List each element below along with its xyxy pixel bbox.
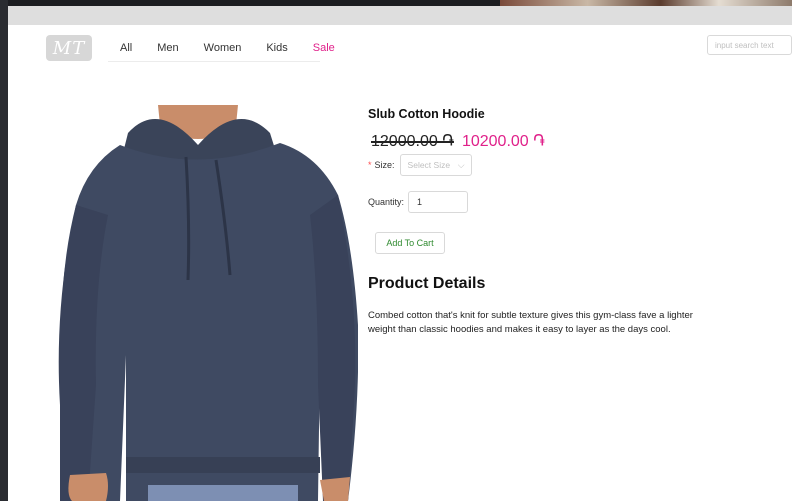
- size-label: Size: [374, 160, 393, 170]
- quantity-field: Quantity : 1: [368, 191, 469, 213]
- logo-text: MT: [52, 37, 86, 59]
- window-left-edge: [0, 0, 8, 501]
- product-details-heading: Product Details: [368, 275, 486, 292]
- product-title: Slub Cotton Hoodie: [368, 107, 485, 121]
- price-row: 12000.00 ֏ 10200.00 ֏: [371, 133, 545, 151]
- size-label-colon: :: [392, 160, 395, 170]
- search-input[interactable]: [707, 35, 792, 55]
- size-field: * Size : Select Size ⌵: [368, 154, 472, 176]
- add-to-cart-button[interactable]: Add To Cart: [375, 232, 445, 254]
- chevron-down-icon: ⌵: [457, 159, 465, 170]
- old-price: 12000.00 ֏: [371, 133, 454, 150]
- sale-price: 10200.00 ֏: [461, 133, 545, 150]
- required-marker: *: [368, 160, 372, 170]
- quantity-input[interactable]: 1: [408, 191, 469, 213]
- quantity-label: Quantity: [368, 197, 402, 207]
- logo[interactable]: MT: [46, 35, 92, 61]
- product-page: MT All Men Women Kids Sale Slub Cotton H…: [8, 25, 792, 501]
- nav-item-all[interactable]: All: [120, 42, 132, 54]
- size-select-placeholder: Select Size: [407, 160, 451, 170]
- main-nav: All Men Women Kids Sale: [108, 35, 335, 62]
- nav-item-sale[interactable]: Sale: [313, 42, 335, 54]
- product-image: [48, 105, 358, 501]
- quantity-label-colon: :: [401, 197, 405, 207]
- nav-item-kids[interactable]: Kids: [266, 42, 287, 54]
- browser-bar: [8, 6, 792, 25]
- nav-item-women[interactable]: Women: [204, 42, 242, 54]
- size-select[interactable]: Select Size ⌵: [399, 154, 472, 176]
- background-photo-strip: [500, 0, 792, 6]
- nav-item-men[interactable]: Men: [157, 42, 178, 54]
- product-description: Combed cotton that's knit for subtle tex…: [368, 310, 693, 335]
